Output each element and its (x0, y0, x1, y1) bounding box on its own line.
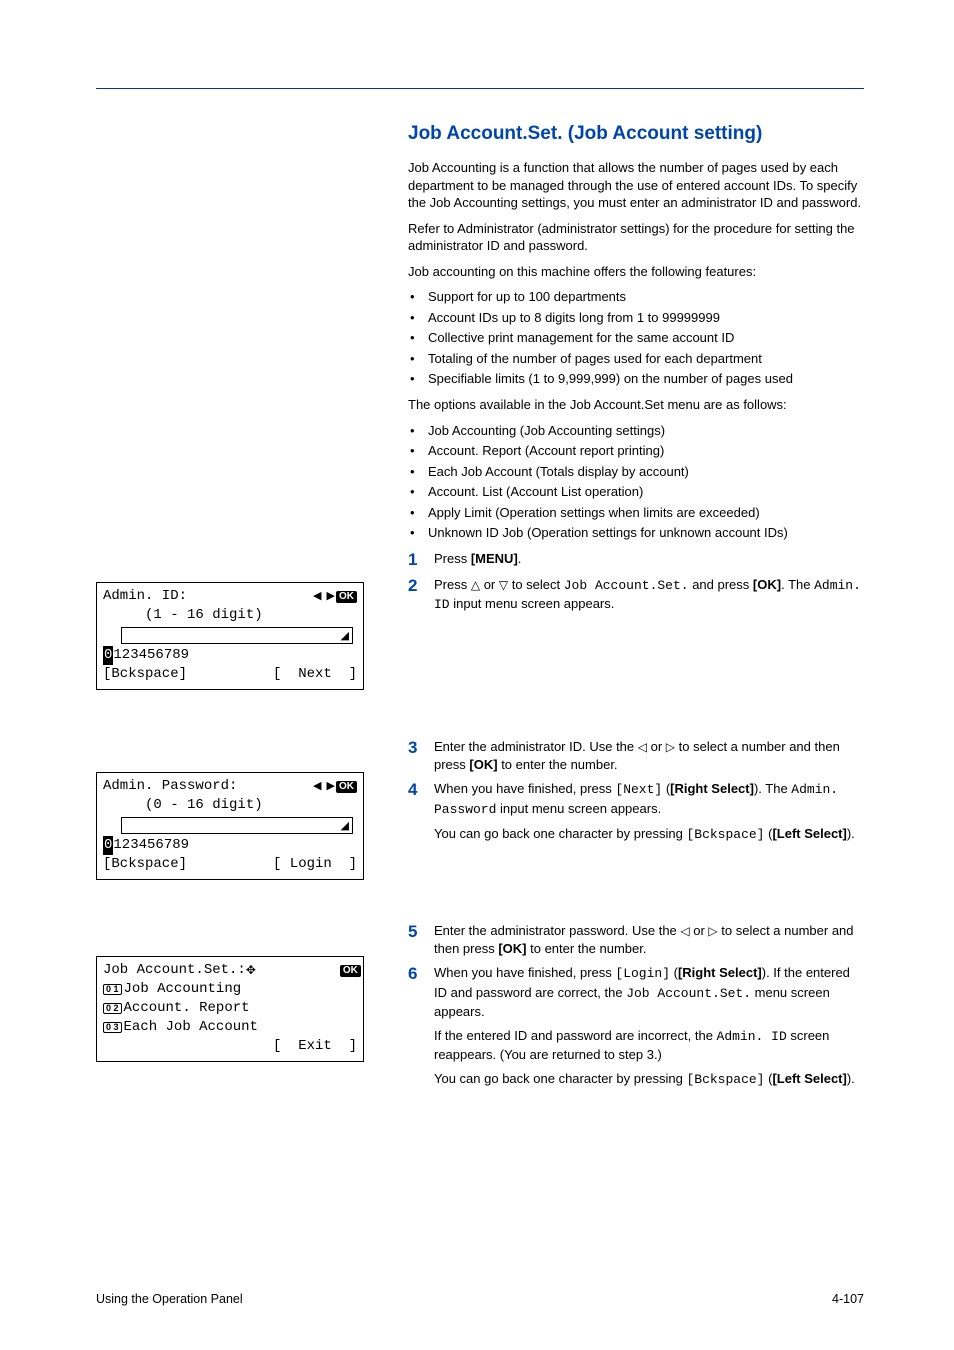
features-list: •Support for up to 100 departments •Acco… (408, 288, 864, 388)
caret-icon: ◢ (341, 819, 349, 834)
feature-item: Account IDs up to 8 digits long from 1 t… (428, 309, 720, 327)
options-lead: The options available in the Job Account… (408, 396, 864, 414)
step-6: When you have finished, press [Login] ([… (408, 964, 864, 1089)
step-2: Press △ or ▽ to select Job Account.Set. … (408, 576, 864, 614)
feature-item: Collective print management for the same… (428, 329, 734, 347)
intro-paragraph-3: Job accounting on this machine offers th… (408, 263, 864, 281)
down-triangle-icon: ▽ (499, 579, 508, 591)
option-item: Apply Limit (Operation settings when lim… (428, 504, 760, 522)
left-triangle-icon: ◁ (680, 925, 689, 937)
option-item: Account. List (Account List operation) (428, 483, 643, 501)
option-item: Each Job Account (Totals display by acco… (428, 463, 689, 481)
option-item: Job Accounting (Job Accounting settings) (428, 422, 665, 440)
right-triangle-icon: ▷ (708, 925, 717, 937)
left-triangle-icon: ◁ (638, 741, 647, 753)
feature-item: Totaling of the number of pages used for… (428, 350, 762, 368)
step-1: Press [MENU]. (408, 550, 864, 568)
up-triangle-icon: △ (471, 579, 480, 591)
caret-icon: ◢ (341, 629, 349, 644)
intro-paragraph-1: Job Accounting is a function that allows… (408, 159, 864, 212)
step-5: Enter the administrator password. Use th… (408, 922, 864, 958)
intro-paragraph-2: Refer to Administrator (administrator se… (408, 220, 864, 255)
ok-badge-icon: OK (336, 591, 357, 603)
menu-number-icon: 0 2 (103, 1003, 122, 1015)
option-item: Unknown ID Job (Operation settings for u… (428, 524, 788, 542)
menu-number-icon: 0 1 (103, 984, 122, 996)
lcd-admin-id: Admin. ID: ◀ ▶ OK (1 - 16 digit) ◢ 01234… (96, 582, 364, 690)
input-field: ◢ (121, 627, 353, 644)
menu-number-icon: 0 3 (103, 1022, 122, 1034)
footer-left: Using the Operation Panel (96, 1292, 243, 1306)
right-triangle-icon: ▷ (666, 741, 675, 753)
lcd-job-account-set: Job Account.Set.: ✥ OK 0 1 Job Accountin… (96, 956, 364, 1062)
lcd-admin-password: Admin. Password: ◀ ▶ OK (0 - 16 digit) ◢… (96, 772, 364, 880)
header-rule (96, 88, 864, 89)
section-heading: Job Account.Set. (Job Account setting) (408, 123, 864, 145)
options-list: •Job Accounting (Job Accounting settings… (408, 422, 864, 542)
nav-arrows-icon: ✥ (246, 962, 256, 978)
ok-badge-icon: OK (336, 781, 357, 793)
input-field: ◢ (121, 817, 353, 834)
footer-page-number: 4-107 (832, 1292, 864, 1306)
step-3: Enter the administrator ID. Use the ◁ or… (408, 738, 864, 774)
feature-item: Support for up to 100 departments (428, 288, 626, 306)
step-4: When you have finished, press [Next] ([R… (408, 780, 864, 844)
left-right-arrows-icon: ◀ ▶ (313, 589, 336, 604)
ok-badge-icon: OK (340, 965, 361, 977)
left-right-arrows-icon: ◀ ▶ (313, 779, 336, 794)
feature-item: Specifiable limits (1 to 9,999,999) on t… (428, 370, 793, 388)
option-item: Account. Report (Account report printing… (428, 442, 664, 460)
